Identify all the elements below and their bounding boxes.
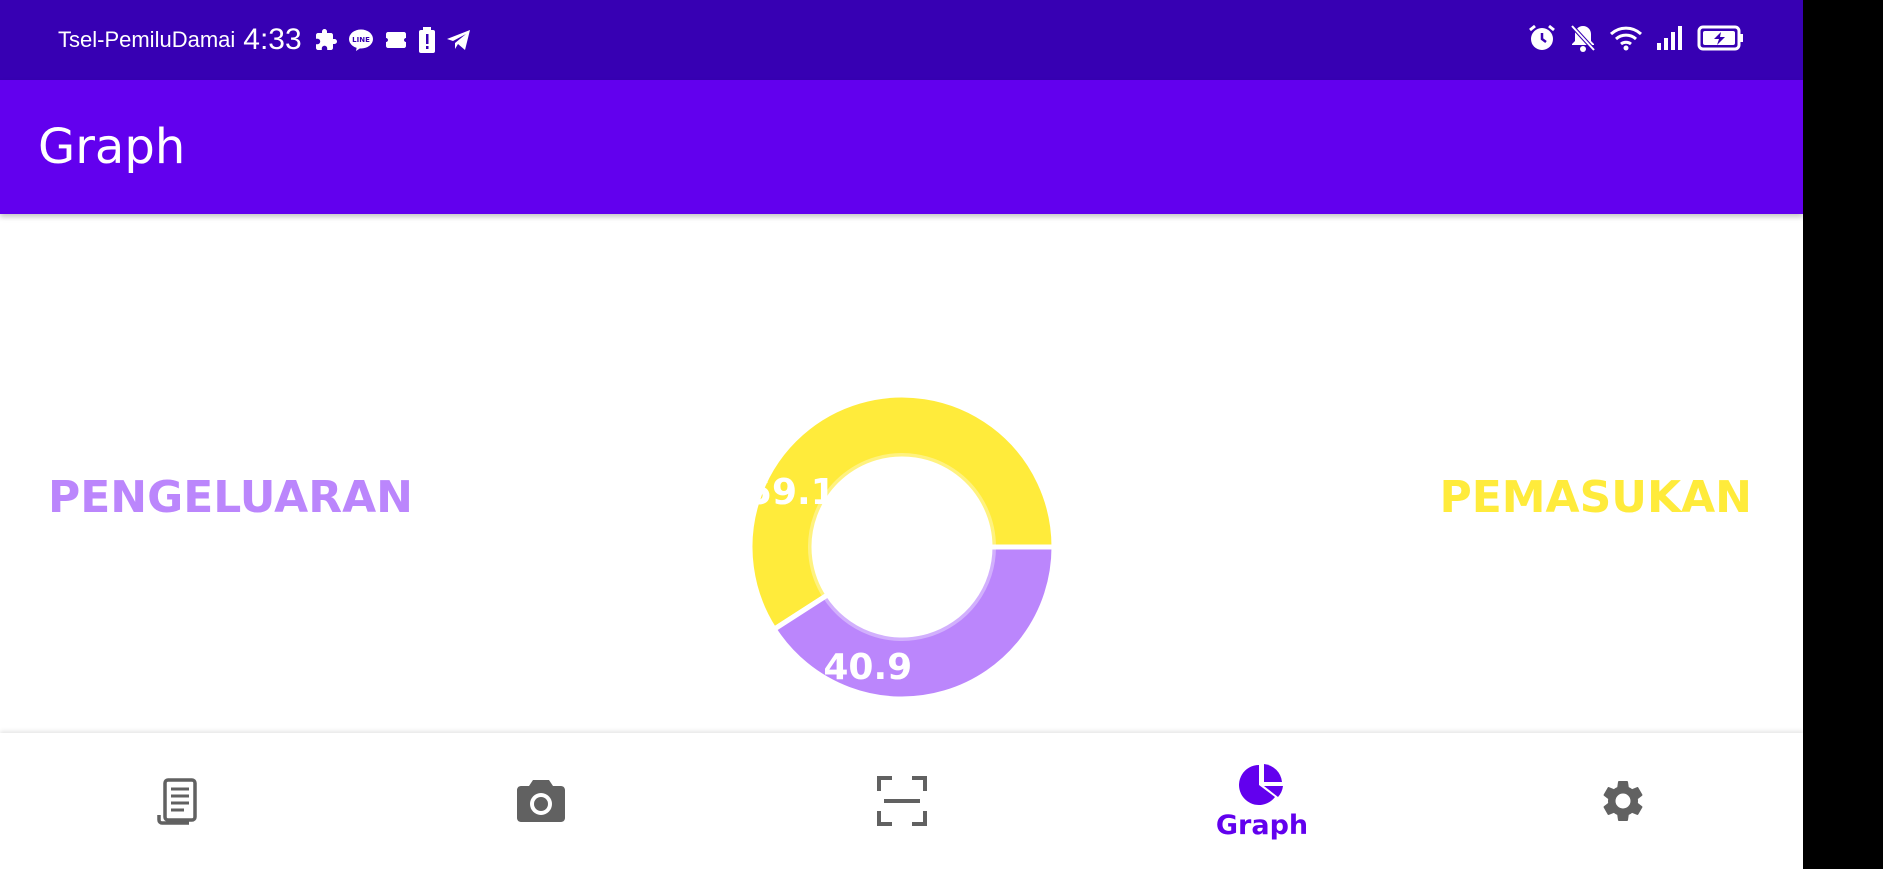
- nav-item-camera[interactable]: [441, 733, 641, 869]
- expense-label: PENGELUARAN: [48, 472, 413, 523]
- puzzle-icon: [314, 28, 338, 52]
- nav-item-receipt[interactable]: [78, 733, 278, 869]
- battery-charging-icon: [1697, 24, 1745, 56]
- donut-value-label: 59.1: [747, 472, 836, 513]
- nav-item-scan[interactable]: [802, 733, 1002, 869]
- status-bar-right: [1527, 0, 1745, 80]
- status-bar-left: Tsel-PemiluDamai 4:33 LINE: [58, 0, 472, 80]
- nav-item-graph[interactable]: Graph: [1162, 733, 1362, 869]
- receipt-icon: [155, 777, 201, 825]
- pie-chart-icon: [1239, 762, 1285, 808]
- line-app-icon: LINE: [348, 28, 374, 52]
- camera-icon: [515, 778, 567, 824]
- bell-off-icon: [1569, 23, 1597, 57]
- scan-icon: [876, 775, 928, 827]
- status-bar: Tsel-PemiluDamai 4:33 LINE: [0, 0, 1803, 80]
- svg-text:LINE: LINE: [352, 36, 370, 44]
- nav-item-settings[interactable]: [1523, 733, 1723, 869]
- signal-icon: [1655, 25, 1685, 55]
- ticket-icon: [384, 28, 408, 52]
- nav-label-graph: Graph: [1215, 809, 1309, 841]
- page-title: Graph: [38, 119, 186, 175]
- donut-value-label: 40.9: [823, 647, 912, 688]
- status-clock: 4:33: [243, 23, 302, 56]
- notification-icons: LINE: [314, 27, 472, 53]
- wifi-icon: [1609, 24, 1643, 56]
- carrier-name: Tsel-PemiluDamai: [58, 27, 236, 52]
- alarm-icon: [1527, 23, 1557, 57]
- telegram-icon: [446, 28, 472, 52]
- battery-alert-icon: [418, 27, 436, 53]
- settings-icon: [1598, 776, 1648, 826]
- donut-chart[interactable]: 59.1 40.9: [747, 392, 1057, 702]
- bottom-navigation: Graph: [0, 733, 1803, 869]
- income-label: PEMASUKAN: [1439, 472, 1752, 523]
- app-bar: Graph: [0, 80, 1803, 214]
- phone-screen: Tsel-PemiluDamai 4:33 LINE Graph PENGELU…: [0, 0, 1803, 869]
